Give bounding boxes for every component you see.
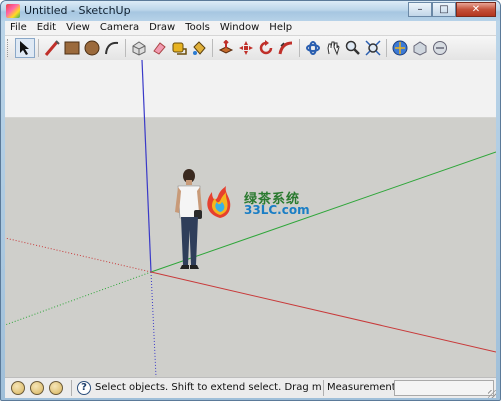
line-tool-button[interactable] <box>42 38 62 58</box>
circle-icon <box>84 40 100 56</box>
tape-measure-tool-button[interactable] <box>169 38 189 58</box>
tape-measure-icon <box>172 42 187 55</box>
toolbar-separator <box>212 39 213 57</box>
main-toolbar <box>5 35 496 61</box>
menu-window[interactable]: Window <box>215 21 264 35</box>
eraser-icon <box>153 42 166 55</box>
credits-icon[interactable] <box>30 381 44 395</box>
close-button[interactable]: ✕ <box>456 2 496 17</box>
zoom-extents-tool-button[interactable] <box>363 38 383 58</box>
maximize-button[interactable]: □ <box>432 2 456 17</box>
drawing-viewport[interactable]: 绿茶系统 33LC.com <box>5 60 496 377</box>
window-title: Untitled - SketchUp <box>24 4 131 17</box>
title-bar[interactable]: Untitled - SketchUp – □ ✕ <box>1 1 500 21</box>
toolbar-grip[interactable] <box>7 39 12 57</box>
green-axis-negative <box>5 271 152 326</box>
status-bar: ? Select objects. Shift to extend select… <box>5 377 496 398</box>
get-models-tool-button[interactable] <box>390 38 410 58</box>
red-axis-positive <box>150 271 496 353</box>
eraser-tool-button[interactable] <box>149 38 169 58</box>
orbit-tool-button[interactable] <box>303 38 323 58</box>
rainbow-flame-icon <box>207 186 231 218</box>
select-icon <box>20 41 29 55</box>
follow-me-tool-button[interactable] <box>276 38 296 58</box>
rotate-tool-button[interactable] <box>256 38 276 58</box>
toolbar-separator <box>299 39 300 57</box>
pan-icon <box>327 41 340 56</box>
blue-axis-positive <box>141 60 152 273</box>
zoom-extents-icon <box>365 40 381 56</box>
share-model-tool-button[interactable] <box>410 38 430 58</box>
move-icon <box>239 41 253 55</box>
share-model-icon <box>413 41 427 56</box>
line-icon <box>44 40 60 56</box>
rectangle-icon <box>64 41 80 55</box>
status-hint-text: Select objects. Shift to extend select. … <box>95 382 321 393</box>
toolbar-separator <box>386 39 387 57</box>
geo-location-icon[interactable] <box>11 381 25 395</box>
push-pull-tool-button[interactable] <box>216 38 236 58</box>
follow-me-icon <box>278 41 293 55</box>
arc-tool-button[interactable] <box>102 38 122 58</box>
sketchup-window: Untitled - SketchUp – □ ✕ File Edit View… <box>0 0 501 401</box>
menu-tools[interactable]: Tools <box>180 21 215 35</box>
zoom-tool-button[interactable] <box>343 38 363 58</box>
menu-bar: File Edit View Camera Draw Tools Window … <box>5 21 496 35</box>
menu-help[interactable]: Help <box>264 21 297 35</box>
minimize-button[interactable]: – <box>408 2 432 17</box>
sketchup-app-icon[interactable] <box>6 4 20 18</box>
move-tool-button[interactable] <box>236 38 256 58</box>
menu-file[interactable]: File <box>5 21 32 35</box>
orbit-icon <box>306 41 320 55</box>
paint-bucket-icon <box>193 41 206 55</box>
menu-view[interactable]: View <box>61 21 95 35</box>
menu-edit[interactable]: Edit <box>32 21 61 35</box>
measurements-label: Measurements <box>327 382 401 393</box>
zoom-icon <box>345 40 360 55</box>
help-icon[interactable]: ? <box>77 381 91 395</box>
watermark-logo: 绿茶系统 33LC.com <box>200 184 315 220</box>
share-component-icon <box>433 41 447 55</box>
select-tool-button[interactable] <box>15 38 35 58</box>
measurements-input[interactable] <box>394 380 494 396</box>
toolbar-separator <box>38 39 39 57</box>
status-divider <box>71 380 72 396</box>
rotate-icon <box>259 40 273 55</box>
user-icon[interactable] <box>49 381 63 395</box>
menu-draw[interactable]: Draw <box>144 21 180 35</box>
red-axis-negative <box>5 237 152 273</box>
push-pull-icon <box>218 40 234 54</box>
status-divider <box>323 380 324 396</box>
resize-grip[interactable] <box>488 390 496 398</box>
pan-tool-button[interactable] <box>323 38 343 58</box>
make-component-tool-button[interactable] <box>129 38 149 58</box>
paint-bucket-tool-button[interactable] <box>189 38 209 58</box>
person-figure[interactable] <box>175 169 202 269</box>
get-models-icon <box>392 40 408 56</box>
watermark-text-site: 33LC.com <box>244 203 310 217</box>
arc-icon <box>105 41 119 55</box>
menu-camera[interactable]: Camera <box>95 21 144 35</box>
rectangle-tool-button[interactable] <box>62 38 82 58</box>
blue-axis-negative <box>150 271 157 377</box>
share-component-tool-button[interactable] <box>430 38 450 58</box>
window-controls: – □ ✕ <box>408 2 496 18</box>
toolbar-separator <box>125 39 126 57</box>
circle-tool-button[interactable] <box>82 38 102 58</box>
make-component-icon <box>132 41 146 56</box>
